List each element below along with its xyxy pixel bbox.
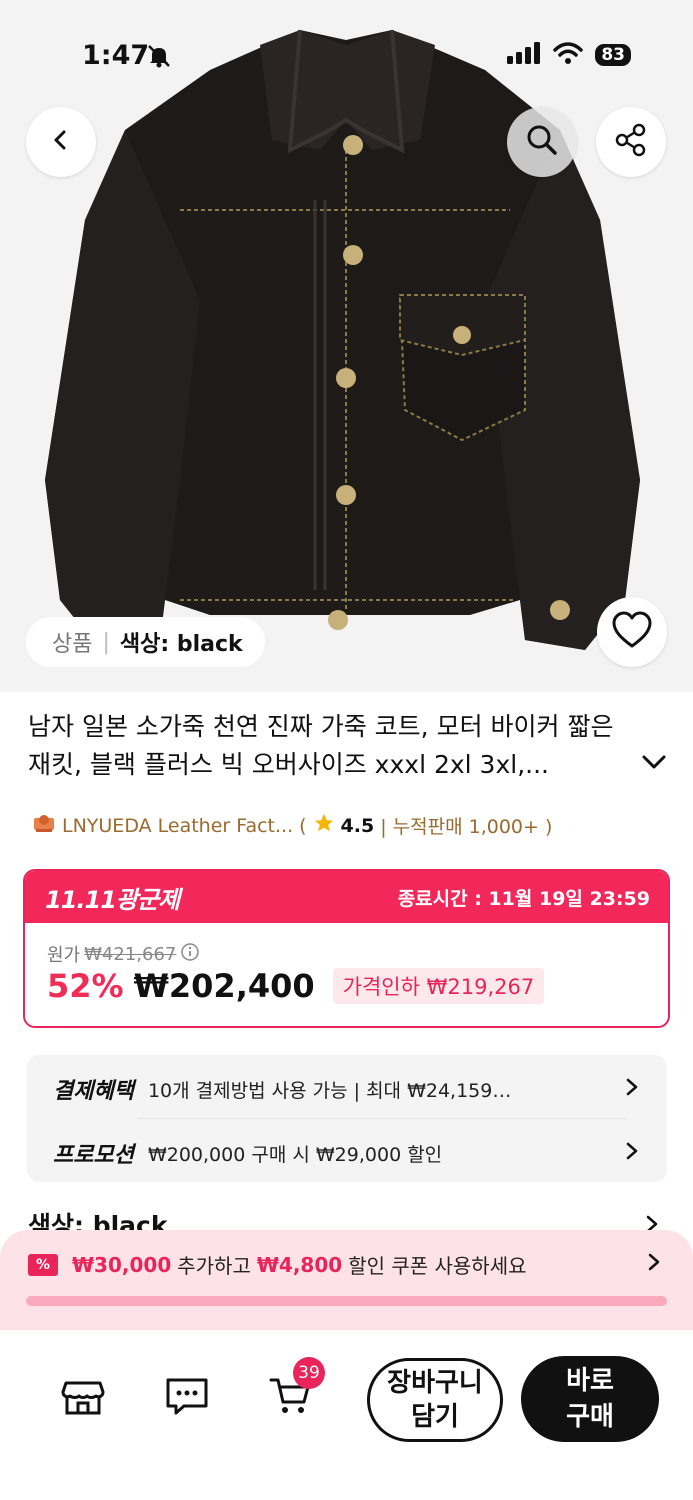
coupon-row: % ₩30,000 추가하고 ₩4,800 할인 쿠폰 사용하세요	[28, 1250, 663, 1279]
deal-header: 11.11광군제 종료시간 : 11월 19일 23:59	[25, 871, 668, 923]
coupon-discount: ₩4,800	[256, 1252, 343, 1277]
search-icon	[525, 123, 559, 161]
seller-open-paren: (	[299, 814, 307, 837]
seller-sales: | 누적판매 1,000+ )	[380, 816, 553, 838]
share-icon	[613, 122, 649, 162]
chevron-right-icon	[623, 1077, 641, 1102]
chevron-right-icon	[623, 1141, 641, 1166]
coupon-threshold: ₩30,000	[72, 1252, 172, 1277]
promotion-text: ₩200,000 구매 시 ₩29,000 할인	[147, 1143, 443, 1166]
promotion-label: 프로모션	[53, 1143, 134, 1168]
coupon-text-1: 추가하고	[177, 1254, 251, 1278]
chevron-right-icon	[645, 1252, 663, 1277]
product-image[interactable]	[0, 0, 693, 692]
coupon-text-2: 할인 쿠폰 사용하세요	[348, 1254, 527, 1278]
seller-name: LNYUEDA Leather Fact...	[62, 814, 294, 837]
battery-indicator: 83	[595, 44, 631, 66]
benefits-panel: 결제혜택 10개 결제방법 사용 가능 | 최대 ₩24,159… 프로모션 ₩…	[27, 1055, 667, 1182]
chevron-left-icon	[49, 128, 73, 156]
payment-benefit-label: 결제혜택	[53, 1079, 134, 1104]
cellular-signal-icon	[507, 42, 541, 68]
payment-benefit-row[interactable]: 결제혜택 10개 결제방법 사용 가능 | 최대 ₩24,159…	[53, 1073, 641, 1105]
info-icon[interactable]	[180, 942, 200, 967]
chat-icon	[164, 1375, 210, 1421]
leather-jacket-illustration	[0, 0, 693, 692]
seller-logo-icon	[32, 812, 56, 839]
status-indicators: 83	[507, 42, 631, 68]
add-to-cart-button[interactable]: 장바구니 담기	[367, 1358, 503, 1442]
status-time: 1:47	[82, 40, 150, 71]
store-button[interactable]	[53, 1368, 113, 1428]
benefit-divider	[137, 1118, 627, 1119]
seller-rating: 4.5	[340, 814, 375, 837]
coupon-progress-bar	[26, 1296, 667, 1306]
promotion-row[interactable]: 프로모션 ₩200,000 구매 시 ₩29,000 할인	[53, 1137, 641, 1169]
back-button[interactable]	[26, 107, 96, 177]
price-row: 52% ₩202,400 가격인하 ₩219,267	[47, 967, 545, 1005]
percent-tag-icon: %	[28, 1253, 58, 1276]
seller-info[interactable]: LNYUEDA Leather Fact... ( 4.5 | 누적판매 1,0…	[32, 812, 552, 839]
store-icon	[61, 1375, 105, 1421]
breadcrumb-option: 색상: black	[119, 632, 243, 657]
original-price-label: 원가	[47, 945, 81, 966]
coupon-banner[interactable]: % ₩30,000 추가하고 ₩4,800 할인 쿠폰 사용하세요	[0, 1230, 693, 1330]
share-button[interactable]	[596, 107, 666, 177]
chat-button[interactable]	[157, 1368, 217, 1428]
cart-count-badge: 39	[293, 1357, 325, 1389]
image-breadcrumb[interactable]: 상품 | 색상: black	[26, 617, 265, 667]
breadcrumb-category: 상품	[52, 632, 93, 657]
bell-slash-icon	[146, 43, 172, 73]
heart-icon	[611, 611, 653, 653]
wishlist-button[interactable]	[597, 597, 667, 667]
original-price-row: 원가 ₩421,667	[47, 941, 200, 967]
discount-percent: 52%	[47, 967, 124, 1005]
deal-box: 11.11광군제 종료시간 : 11월 19일 23:59 원가 ₩421,66…	[23, 869, 670, 1028]
event-label: 11.11광군제	[45, 885, 180, 914]
deal-end-time: 종료시간 : 11월 19일 23:59	[397, 887, 650, 910]
star-icon	[313, 812, 335, 839]
breadcrumb-separator: |	[102, 629, 110, 655]
payment-benefit-text: 10개 결제방법 사용 가능 | 최대 ₩24,159…	[147, 1079, 512, 1102]
product-title: 남자 일본 소가죽 천연 진짜 가죽 코트, 모터 바이커 짧은 재킷, 블랙 …	[28, 712, 614, 779]
search-button[interactable]	[507, 107, 577, 177]
price-cut-badge: 가격인하 ₩219,267	[332, 968, 545, 1004]
buy-now-button[interactable]: 바로 구매	[521, 1356, 659, 1442]
wifi-icon	[553, 42, 584, 68]
expand-title-chevron-icon[interactable]	[641, 752, 667, 776]
original-price: ₩421,667	[84, 943, 177, 965]
sale-price: ₩202,400	[133, 967, 315, 1005]
